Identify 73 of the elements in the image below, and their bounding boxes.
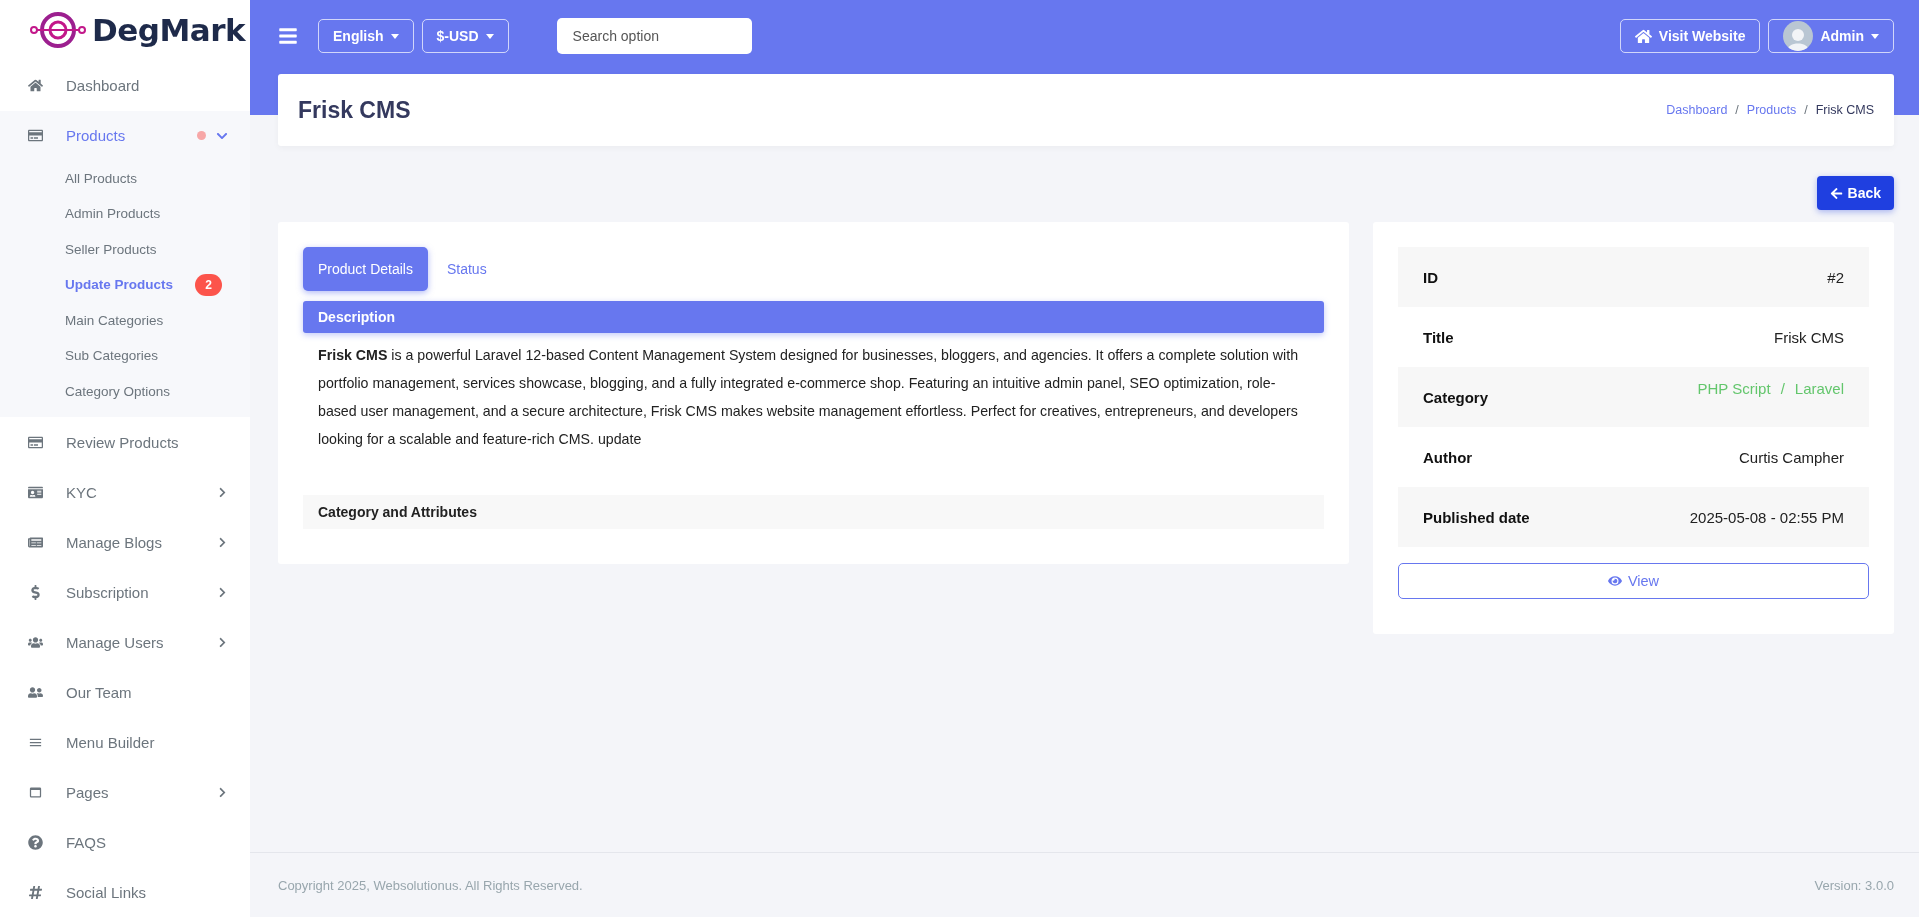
chevron-right-icon bbox=[217, 586, 228, 598]
breadcrumb-link[interactable]: Dashboard bbox=[1666, 103, 1728, 117]
info-label: Category bbox=[1423, 388, 1489, 406]
submenu-item[interactable]: Update Products 2 bbox=[0, 267, 250, 303]
question-icon bbox=[28, 834, 43, 850]
card-icon bbox=[28, 128, 43, 143]
avatar-icon bbox=[1783, 21, 1814, 51]
breadcrumb-link[interactable]: Products bbox=[1746, 103, 1797, 117]
page-title: Frisk CMS bbox=[298, 96, 411, 124]
info-label: Title bbox=[1423, 328, 1454, 346]
tab[interactable]: Status bbox=[431, 247, 502, 291]
submenu-item[interactable]: Category Options bbox=[0, 373, 250, 409]
chevron-right-icon bbox=[217, 486, 228, 498]
submenu-item[interactable]: All Products bbox=[0, 160, 250, 196]
brand-name: DegMark bbox=[92, 12, 246, 49]
home-icon bbox=[28, 78, 43, 93]
copyright-text: Copyright 2025, Websolutionus. All Rights Reserved. bbox=[278, 877, 583, 893]
home-icon bbox=[1634, 27, 1652, 45]
sidebar-item[interactable]: KYC bbox=[0, 467, 250, 517]
category-separator: / bbox=[1780, 380, 1785, 397]
view-button[interactable]: View bbox=[1398, 563, 1869, 599]
caret-icon bbox=[1871, 33, 1879, 39]
sidebar-item[interactable]: Menu Builder bbox=[0, 717, 250, 767]
sidebar-item[interactable]: Pages bbox=[0, 767, 250, 817]
info-value: Curtis Campher bbox=[1738, 448, 1844, 466]
breadcrumb-separator: / bbox=[1735, 103, 1739, 117]
back-button[interactable]: Back bbox=[1816, 176, 1894, 210]
menu-icon[interactable] bbox=[278, 26, 298, 46]
sidebar-item[interactable]: Review Products bbox=[0, 417, 250, 467]
section-heading: Category and Attributes bbox=[303, 495, 1324, 529]
sidebar-item[interactable]: Dashboard bbox=[0, 60, 250, 111]
chevron-right-icon bbox=[217, 536, 228, 548]
caret-icon bbox=[485, 33, 494, 39]
sidebar-item[interactable]: FAQS bbox=[0, 817, 250, 867]
chevron-right-icon bbox=[217, 786, 228, 798]
breadcrumb-separator: / bbox=[1804, 103, 1808, 117]
info-label: Author bbox=[1423, 448, 1473, 466]
tab[interactable]: Product Details bbox=[303, 247, 428, 291]
sidebar-item[interactable]: Social Links bbox=[0, 867, 250, 917]
caret-icon bbox=[390, 33, 399, 39]
count-badge: 2 bbox=[195, 273, 222, 296]
info-value: Frisk CMS bbox=[1774, 328, 1844, 346]
info-label: ID bbox=[1423, 268, 1438, 286]
info-value: #2 bbox=[1827, 268, 1844, 286]
users-icon bbox=[28, 634, 43, 650]
id-card-icon bbox=[28, 484, 43, 500]
card-icon bbox=[28, 434, 43, 450]
logo-icon bbox=[30, 10, 86, 51]
arrow-left-icon bbox=[1829, 186, 1843, 200]
info-value: 2025-05-08 - 02:55 PM bbox=[1689, 508, 1844, 526]
team-icon bbox=[28, 684, 43, 700]
submenu-item[interactable]: Seller Products bbox=[0, 231, 250, 267]
eye-icon bbox=[1607, 574, 1622, 588]
sidebar-item[interactable]: Subscription bbox=[0, 567, 250, 617]
hashtag-icon bbox=[28, 884, 43, 900]
user-menu-button[interactable]: Admin bbox=[1768, 19, 1894, 53]
submenu-item[interactable]: Admin Products bbox=[0, 196, 250, 232]
currency-dropdown[interactable]: $-USD bbox=[421, 19, 509, 53]
sidebar-item[interactable]: Products bbox=[0, 110, 250, 161]
visit-website-button[interactable]: Visit Website bbox=[1619, 19, 1761, 53]
breadcrumb-current: Frisk CMS bbox=[1815, 103, 1874, 117]
description-text: Frisk CMS is a powerful Laravel 12-based Content Management System designed for businesses, bloggers, and agencies. It offers a complete solution with portfolio management, services showcase, blogging, and a fully integrated e-commerce shop. Featuring an intuitive admin panel, SEO optimization, role-based user management, and a secure architecture, Frisk CMS makes website management effortless. Perfect for creatives, entrepreneurs, and developers looking for a scalable and feature-rich CMS. update bbox=[317, 346, 1300, 449]
chevron-right-icon bbox=[217, 636, 228, 648]
sidebar-item[interactable]: Manage Users bbox=[0, 617, 250, 667]
language-dropdown[interactable]: English bbox=[318, 19, 414, 53]
info-label: Published date bbox=[1423, 508, 1530, 526]
section-heading: Description bbox=[303, 301, 1324, 333]
version-text: Version: 3.0.0 bbox=[1814, 877, 1894, 893]
sidebar-item[interactable]: Our Team bbox=[0, 667, 250, 717]
submenu-item[interactable]: Sub Categories bbox=[0, 338, 250, 374]
sidebar-item[interactable]: Manage Blogs bbox=[0, 517, 250, 567]
search-field[interactable]: Search option bbox=[556, 18, 752, 54]
submenu-item[interactable]: Main Categories bbox=[0, 302, 250, 338]
